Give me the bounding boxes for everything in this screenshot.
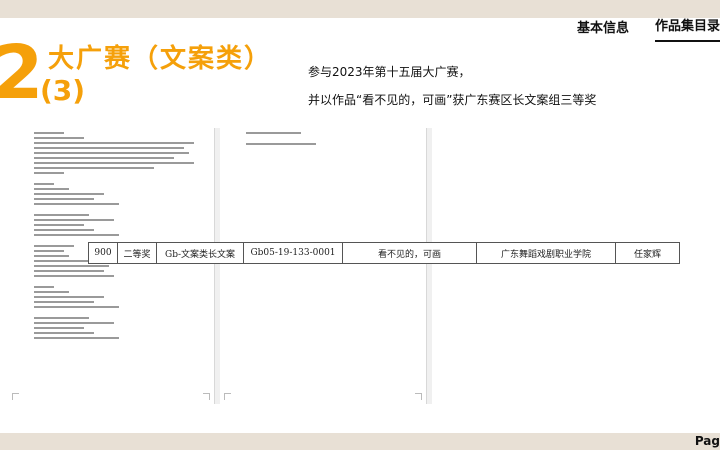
page-corner-mark: [415, 393, 422, 400]
table-row: 900 二等奖 Gb-文案类长文案 Gb05-19-133-0001 看不见的，…: [88, 242, 680, 264]
award-description: 参与2023年第十五届大广赛， 并以作品“看不见的，可画”获广东赛区长文案组三等…: [308, 58, 596, 114]
page-corner-mark: [203, 393, 210, 400]
page-corner-mark: [224, 393, 231, 400]
page-label: Pag: [694, 434, 720, 448]
table-cell-school: 广东舞蹈戏剧职业学院: [476, 242, 616, 264]
bottom-bar: [0, 433, 720, 450]
table-cell-author: 任家辉: [615, 242, 680, 264]
document-page-left: [8, 128, 215, 404]
table-cell-category: Gb-文案类长文案: [156, 242, 244, 264]
award-certificate-row: 900 二等奖 Gb-文案类长文案 Gb05-19-133-0001 看不见的，…: [88, 242, 680, 264]
table-cell-code: Gb05-19-133-0001: [243, 242, 343, 264]
table-cell-prize: 二等奖: [117, 242, 157, 264]
nav-portfolio-contents[interactable]: 作品集目录: [654, 15, 720, 42]
section-title: 大广赛（文案类）: [48, 44, 273, 74]
page-right-text: [246, 132, 416, 148]
table-cell-work-title: 看不见的，可画: [342, 242, 477, 264]
page-left-text: [34, 132, 204, 342]
description-line-2: 并以作品“看不见的，可画”获广东赛区长文案组三等奖: [308, 93, 597, 107]
section-subnumber: (3): [40, 74, 86, 107]
description-line-1: 参与2023年第十五届大广赛，: [308, 65, 471, 79]
page-corner-mark: [12, 393, 19, 400]
nav-basic-info[interactable]: 基本信息: [577, 17, 629, 42]
section-number: 2: [0, 30, 43, 116]
top-nav: 基本信息 作品集目录: [577, 12, 720, 42]
document-page-right: [220, 128, 427, 404]
table-cell-id: 900: [88, 242, 118, 264]
document-preview: [8, 128, 432, 404]
